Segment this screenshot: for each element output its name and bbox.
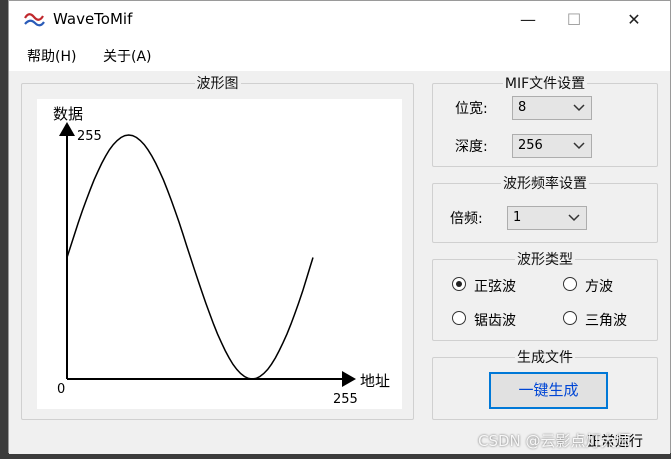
wave-type-title: 波形类型 [517, 252, 573, 268]
radio-sawtooth-label: 锯齿波 [474, 313, 516, 329]
chevron-down-icon [573, 104, 585, 112]
y-max-tick: 255 [77, 129, 102, 144]
app-icon [24, 13, 45, 27]
window-title: WaveToMif [53, 10, 133, 28]
radio-sawtooth-circle [452, 311, 466, 325]
origin-tick: 0 [57, 382, 65, 397]
sine-wave-line [66, 134, 314, 380]
bit-width-label: 位宽: [455, 101, 488, 117]
radio-triangle-circle [563, 311, 577, 325]
mif-settings-title: MIF文件设置 [504, 76, 586, 92]
bit-width-select[interactable]: 8 [512, 96, 592, 120]
radio-sine-circle [452, 277, 466, 291]
radio-square-circle [563, 277, 577, 291]
menu-about[interactable]: 关于(A) [103, 46, 152, 66]
depth-value: 256 [518, 138, 543, 153]
maximize-button[interactable]: ☐ [551, 1, 597, 39]
freq-settings-title: 波形频率设置 [503, 176, 587, 192]
x-max-tick: 255 [333, 392, 358, 407]
radio-square[interactable]: 方波 [563, 275, 633, 295]
chevron-down-icon [568, 214, 580, 222]
radio-triangle-label: 三角波 [585, 313, 627, 329]
radio-square-label: 方波 [585, 279, 613, 295]
x-axis-label: 地址 [360, 372, 390, 390]
close-button[interactable]: ✕ [611, 1, 657, 39]
waveform-plot: 数据 地址 255 0 255 [37, 99, 402, 409]
freq-mult-select[interactable]: 1 [507, 206, 587, 230]
waveform-chart: 数据 地址 255 0 255 [53, 105, 390, 407]
menu-bar: 帮助(H) 关于(A) [9, 39, 670, 71]
watermark-text: CSDN @云影点灯大师 [478, 432, 631, 450]
radio-sine-label: 正弦波 [474, 279, 516, 295]
app-window: WaveToMif — ☐ ✕ 帮助(H) 关于(A) 波形图 数据 地址 25… [8, 0, 671, 454]
title-bar: WaveToMif — ☐ ✕ [9, 1, 670, 39]
generate-button[interactable]: 一键生成 [489, 372, 608, 409]
freq-mult-value: 1 [513, 210, 522, 225]
minimize-button[interactable]: — [505, 1, 551, 39]
freq-mult-label: 倍频: [450, 211, 483, 227]
y-axis-label: 数据 [53, 105, 83, 123]
depth-label: 深度: [455, 139, 488, 155]
y-axis-arrow-icon [59, 122, 75, 136]
radio-triangle[interactable]: 三角波 [563, 309, 643, 329]
bit-width-value: 8 [518, 100, 527, 115]
depth-select[interactable]: 256 [512, 134, 592, 158]
radio-sine-dot [456, 281, 462, 287]
radio-sawtooth[interactable]: 锯齿波 [452, 309, 532, 329]
x-axis-arrow-icon [342, 371, 356, 387]
menu-help[interactable]: 帮助(H) [27, 46, 76, 66]
generate-panel-title: 生成文件 [517, 350, 573, 366]
chevron-down-icon [573, 142, 585, 150]
radio-sine[interactable]: 正弦波 [452, 275, 532, 295]
waveform-panel-title: 波形图 [196, 76, 239, 92]
